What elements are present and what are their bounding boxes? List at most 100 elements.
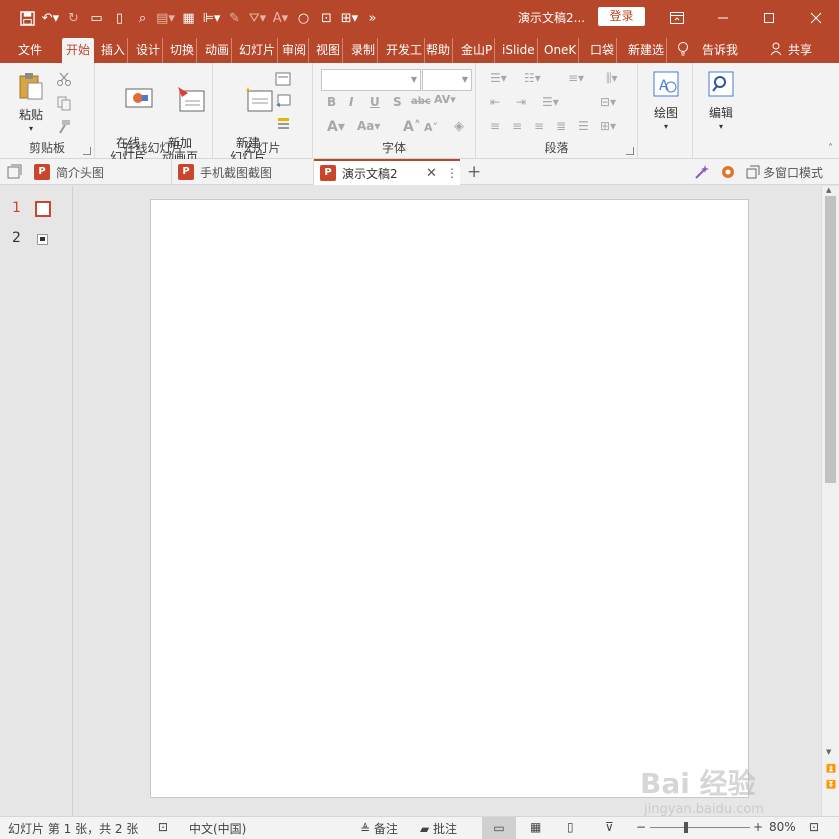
zoom-level[interactable]: 80% bbox=[769, 820, 796, 834]
justify-icon[interactable]: ≣ bbox=[556, 119, 566, 133]
underline-icon[interactable]: U bbox=[370, 95, 380, 109]
crop-icon[interactable]: ⊡ bbox=[315, 7, 338, 29]
tab-pocket[interactable]: 口袋 bbox=[588, 38, 618, 63]
scroll-up-icon[interactable]: ▲ bbox=[826, 186, 831, 194]
undo-icon[interactable]: ↶▾ bbox=[39, 7, 62, 29]
numbering-icon[interactable]: ☷▾ bbox=[524, 71, 541, 85]
tell-me-box[interactable]: 告诉我 bbox=[676, 35, 738, 63]
text-direction-icon[interactable]: ☰▾ bbox=[542, 95, 559, 109]
paste-button[interactable]: 粘贴 ▾ bbox=[12, 71, 50, 136]
align-icon[interactable]: ⊫▾ bbox=[200, 7, 223, 29]
login-button[interactable]: 登录 bbox=[598, 7, 645, 26]
tab-design[interactable]: 设计 bbox=[134, 38, 164, 63]
settings-gear-icon[interactable] bbox=[714, 159, 738, 185]
tab-file[interactable]: 文件 bbox=[16, 38, 44, 63]
tab-transitions[interactable]: 切换 bbox=[168, 38, 198, 63]
char-spacing-icon[interactable]: AV▾ bbox=[434, 93, 456, 106]
font-color-icon[interactable]: A▾ bbox=[269, 7, 292, 29]
editing-button[interactable]: 编辑 ▾ bbox=[701, 69, 741, 134]
bullets-icon[interactable]: ☰▾ bbox=[490, 71, 507, 85]
comments-button[interactable]: ▰ 批注 bbox=[420, 820, 457, 837]
close-icon[interactable] bbox=[793, 0, 839, 35]
align-left-icon[interactable]: ≡ bbox=[490, 119, 500, 133]
drawing-dropdown-icon[interactable]: ▾ bbox=[648, 120, 684, 134]
tab-islide[interactable]: iSlide bbox=[500, 38, 538, 63]
align-right-icon[interactable]: ≡ bbox=[534, 119, 544, 133]
present-from-start-icon[interactable]: ▭ bbox=[85, 7, 108, 29]
language-status[interactable]: 中文(中国) bbox=[189, 820, 246, 837]
tab-slideshow[interactable]: 幻灯片 bbox=[237, 38, 279, 63]
paragraph-launcher-icon[interactable] bbox=[626, 147, 634, 155]
slide-sorter-icon[interactable]: ▦ bbox=[530, 820, 541, 834]
more-commands-icon[interactable]: » bbox=[361, 7, 384, 29]
tab-onekey[interactable]: OneK bbox=[542, 38, 580, 63]
tab-list-icon[interactable] bbox=[0, 159, 28, 185]
slideshow-view-icon[interactable]: ⊽ bbox=[605, 820, 614, 834]
clipboard-launcher-icon[interactable] bbox=[83, 147, 91, 155]
tab-jinshan[interactable]: 金山P bbox=[459, 38, 496, 63]
shadow-icon[interactable]: S bbox=[393, 95, 402, 109]
tab-insert[interactable]: 插入 bbox=[99, 38, 129, 63]
scrollbar-thumb[interactable] bbox=[825, 196, 836, 483]
reading-view-icon[interactable]: ▯ bbox=[567, 820, 574, 834]
new-tab-icon[interactable]: + bbox=[461, 159, 487, 185]
fit-slide-icon[interactable]: ⊡ bbox=[809, 820, 819, 834]
paste-dropdown-icon[interactable]: ▾ bbox=[12, 122, 50, 136]
minimize-icon[interactable] bbox=[700, 0, 746, 35]
align-center-icon[interactable]: ≡ bbox=[512, 119, 522, 133]
current-slide[interactable] bbox=[150, 199, 749, 798]
share-button[interactable]: 共享 bbox=[770, 35, 812, 63]
section-icon[interactable] bbox=[275, 115, 291, 131]
spell-check-icon[interactable]: ⊡ bbox=[158, 820, 168, 834]
next-slide-icon[interactable]: ⏬ bbox=[826, 780, 836, 789]
vertical-scrollbar[interactable]: ▲ ▼ ⏫ ⏬ bbox=[821, 186, 839, 816]
zoom-out-icon[interactable]: − bbox=[636, 820, 646, 834]
notes-button[interactable]: ≜ 备注 bbox=[360, 820, 398, 837]
open-icon[interactable]: ▤▾ bbox=[154, 7, 177, 29]
print-preview-icon[interactable]: ⌕ bbox=[131, 7, 154, 29]
grid-icon[interactable]: ▦ bbox=[177, 7, 200, 29]
tab-review[interactable]: 审阅 bbox=[280, 38, 310, 63]
scroll-down-icon[interactable]: ▼ bbox=[826, 748, 831, 756]
italic-icon[interactable]: I bbox=[349, 95, 353, 109]
fill-icon[interactable]: ⛛▾ bbox=[246, 7, 269, 29]
collapse-ribbon-icon[interactable]: ˄ bbox=[828, 143, 833, 154]
distribute-icon[interactable]: ⊞▾ bbox=[338, 7, 361, 29]
tab-record[interactable]: 录制 bbox=[349, 38, 379, 63]
tab-new-custom[interactable]: 新建选 bbox=[626, 38, 668, 63]
doc-tab-phone-screenshot[interactable]: P 手机截图截图 bbox=[172, 159, 314, 185]
cut-icon[interactable] bbox=[56, 71, 72, 87]
previous-slide-icon[interactable]: ⏫ bbox=[826, 764, 836, 773]
font-size-combo[interactable]: ▼ bbox=[422, 69, 472, 91]
decrease-font-icon[interactable]: A˅ bbox=[424, 121, 438, 134]
increase-indent-icon[interactable]: ⇥ bbox=[516, 95, 526, 109]
tab-animations[interactable]: 动画 bbox=[203, 38, 233, 63]
zoom-slider-track[interactable] bbox=[650, 827, 750, 828]
zoom-slider-thumb[interactable] bbox=[684, 822, 688, 833]
slide-thumbnail-2[interactable] bbox=[37, 234, 48, 245]
new-file-icon[interactable]: ▯ bbox=[108, 7, 131, 29]
editing-dropdown-icon[interactable]: ▾ bbox=[701, 120, 741, 134]
smartart-icon[interactable]: ⊞▾ bbox=[600, 119, 616, 133]
columns-icon[interactable]: ⫼▾ bbox=[606, 71, 618, 86]
tab-home[interactable]: 开始 bbox=[62, 38, 95, 63]
bold-icon[interactable]: B bbox=[327, 95, 336, 109]
align-text-icon[interactable]: ⊟▾ bbox=[600, 95, 616, 109]
format-painter-icon[interactable] bbox=[56, 119, 72, 135]
copy-icon[interactable] bbox=[56, 95, 72, 111]
normal-view-icon[interactable]: ▭ bbox=[482, 817, 516, 839]
slide-thumbnail-1[interactable] bbox=[35, 201, 51, 217]
tab-developer[interactable]: 开发工 bbox=[384, 38, 426, 63]
line-spacing-icon[interactable]: ≡▾ bbox=[568, 71, 584, 85]
drawing-button[interactable]: A 绘图 ▾ bbox=[648, 69, 684, 134]
tab-help[interactable]: 帮助 bbox=[424, 38, 454, 63]
distributed-icon[interactable]: ☰ bbox=[578, 119, 589, 133]
strikethrough-icon[interactable]: abc bbox=[411, 96, 431, 107]
zoom-in-icon[interactable]: + bbox=[753, 820, 763, 834]
increase-font-icon[interactable]: A˄ bbox=[403, 119, 421, 135]
reset-slide-icon[interactable] bbox=[275, 93, 291, 109]
close-tab-icon[interactable]: ✕ bbox=[426, 166, 437, 181]
decrease-indent-icon[interactable]: ⇤ bbox=[490, 95, 500, 109]
ribbon-display-options-icon[interactable] bbox=[654, 0, 700, 35]
font-name-combo[interactable]: ▼ bbox=[321, 69, 421, 91]
